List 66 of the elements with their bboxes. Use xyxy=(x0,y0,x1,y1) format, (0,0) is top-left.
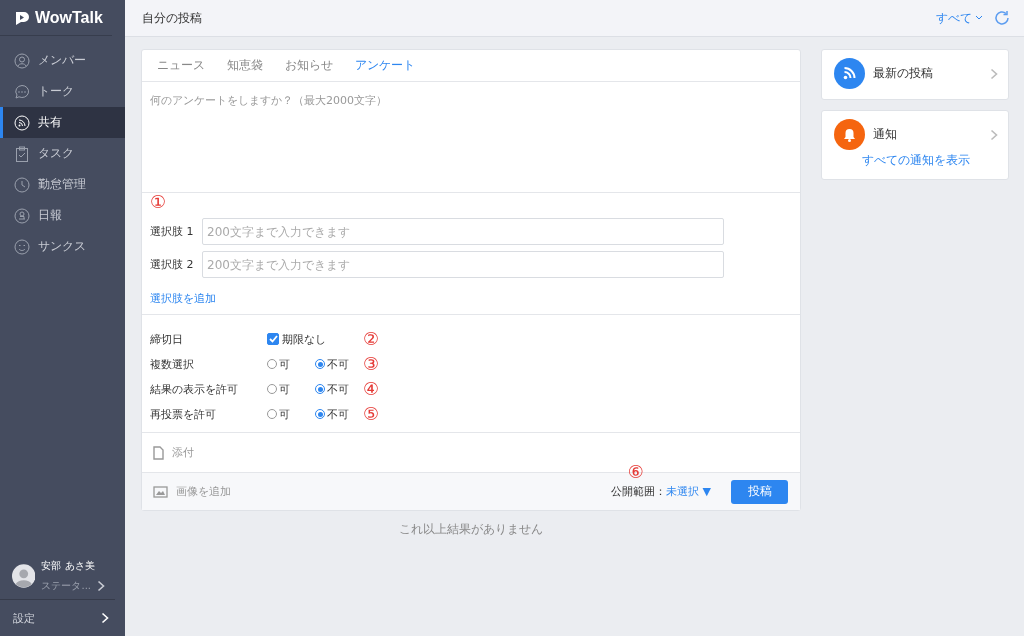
clock-icon xyxy=(14,176,30,193)
scope-label: 公開範囲： xyxy=(611,484,667,499)
all-notices-link[interactable]: すべての通知を表示 xyxy=(862,152,970,169)
radio-label: 可 xyxy=(279,381,290,397)
composer-tab[interactable]: 知恵袋 xyxy=(227,57,263,74)
refresh-icon[interactable] xyxy=(993,9,1011,27)
filter-dropdown[interactable]: すべて xyxy=(936,9,983,27)
file-icon xyxy=(153,445,164,460)
nav-item[interactable]: サンクス xyxy=(0,231,125,262)
annotation-marker: ② xyxy=(363,330,380,348)
bell-icon xyxy=(834,119,865,150)
composer-tab[interactable]: アンケート xyxy=(355,57,415,74)
latest-posts-card[interactable]: 最新の投稿 xyxy=(821,49,1009,100)
empty-message: これ以上結果がありません xyxy=(399,521,543,538)
radio-label: 可 xyxy=(279,406,290,422)
nav-item[interactable]: トーク xyxy=(0,76,125,107)
chevron-right-icon xyxy=(990,128,998,141)
person-icon xyxy=(14,52,30,69)
annotation-marker: ③ xyxy=(363,355,380,373)
chevron-right-icon xyxy=(990,67,998,80)
settings-item[interactable]: 設定 xyxy=(0,600,125,636)
option-label: 再投票を許可 xyxy=(150,406,217,422)
nav-item[interactable]: タスク xyxy=(0,138,125,169)
choice-field[interactable]: 200文字まで入力できます xyxy=(202,218,724,245)
radio-label: 不可 xyxy=(327,381,349,397)
clipboard-icon xyxy=(14,145,30,162)
nav-item[interactable]: 日報 xyxy=(0,200,125,231)
user-name: 安部 あさ美 xyxy=(41,559,96,573)
logo-icon xyxy=(14,9,30,26)
add-choice-link[interactable]: 選択肢を追加 xyxy=(150,292,216,305)
chevron-right-icon xyxy=(97,580,105,592)
chevron-right-icon xyxy=(101,612,109,624)
choice-field[interactable]: 200文字まで入力できます xyxy=(202,251,724,278)
logo-text: WowTalk xyxy=(35,8,103,27)
radio-label: 不可 xyxy=(327,406,349,422)
feed-icon xyxy=(14,114,30,131)
scope-dropdown[interactable]: 未選択 ▼ xyxy=(666,484,711,499)
stamp-icon xyxy=(14,207,30,224)
chat-icon xyxy=(14,83,30,100)
image-icon[interactable] xyxy=(153,485,168,498)
caret-icon xyxy=(975,15,983,21)
notice-label: 通知 xyxy=(873,126,898,143)
nav-item[interactable]: 共有 xyxy=(0,107,125,138)
page-title: 自分の投稿 xyxy=(142,9,202,27)
choice-label: 選択肢 2 xyxy=(150,257,195,272)
latest-posts-label: 最新の投稿 xyxy=(873,65,934,82)
option-label: 締切日 xyxy=(150,331,184,347)
composer-tab[interactable]: ニュース xyxy=(157,57,205,74)
choice-label: 選択肢 1 xyxy=(150,224,195,239)
annotation-marker: ④ xyxy=(363,380,380,398)
user-status: ステータ... xyxy=(41,579,91,593)
nav-item[interactable]: 勤怠管理 xyxy=(0,169,125,200)
smile-icon xyxy=(14,238,30,255)
radio-label: 可 xyxy=(279,356,290,372)
feed-icon xyxy=(834,58,865,89)
add-image-label[interactable]: 画像を追加 xyxy=(176,484,231,499)
option-label: 複数選択 xyxy=(150,356,195,372)
post-button[interactable]: 投稿 xyxy=(731,479,788,504)
option-label: 結果の表示を許可 xyxy=(150,381,239,397)
annotation-marker: ⑤ xyxy=(363,405,380,423)
checkbox[interactable] xyxy=(267,333,279,345)
checkbox-label: 期限なし xyxy=(282,331,326,347)
composer-tab[interactable]: お知らせ xyxy=(285,57,333,74)
radio-label: 不可 xyxy=(327,356,349,372)
nav-item[interactable]: メンバー xyxy=(0,45,125,76)
annotation-marker: ① xyxy=(150,191,167,212)
